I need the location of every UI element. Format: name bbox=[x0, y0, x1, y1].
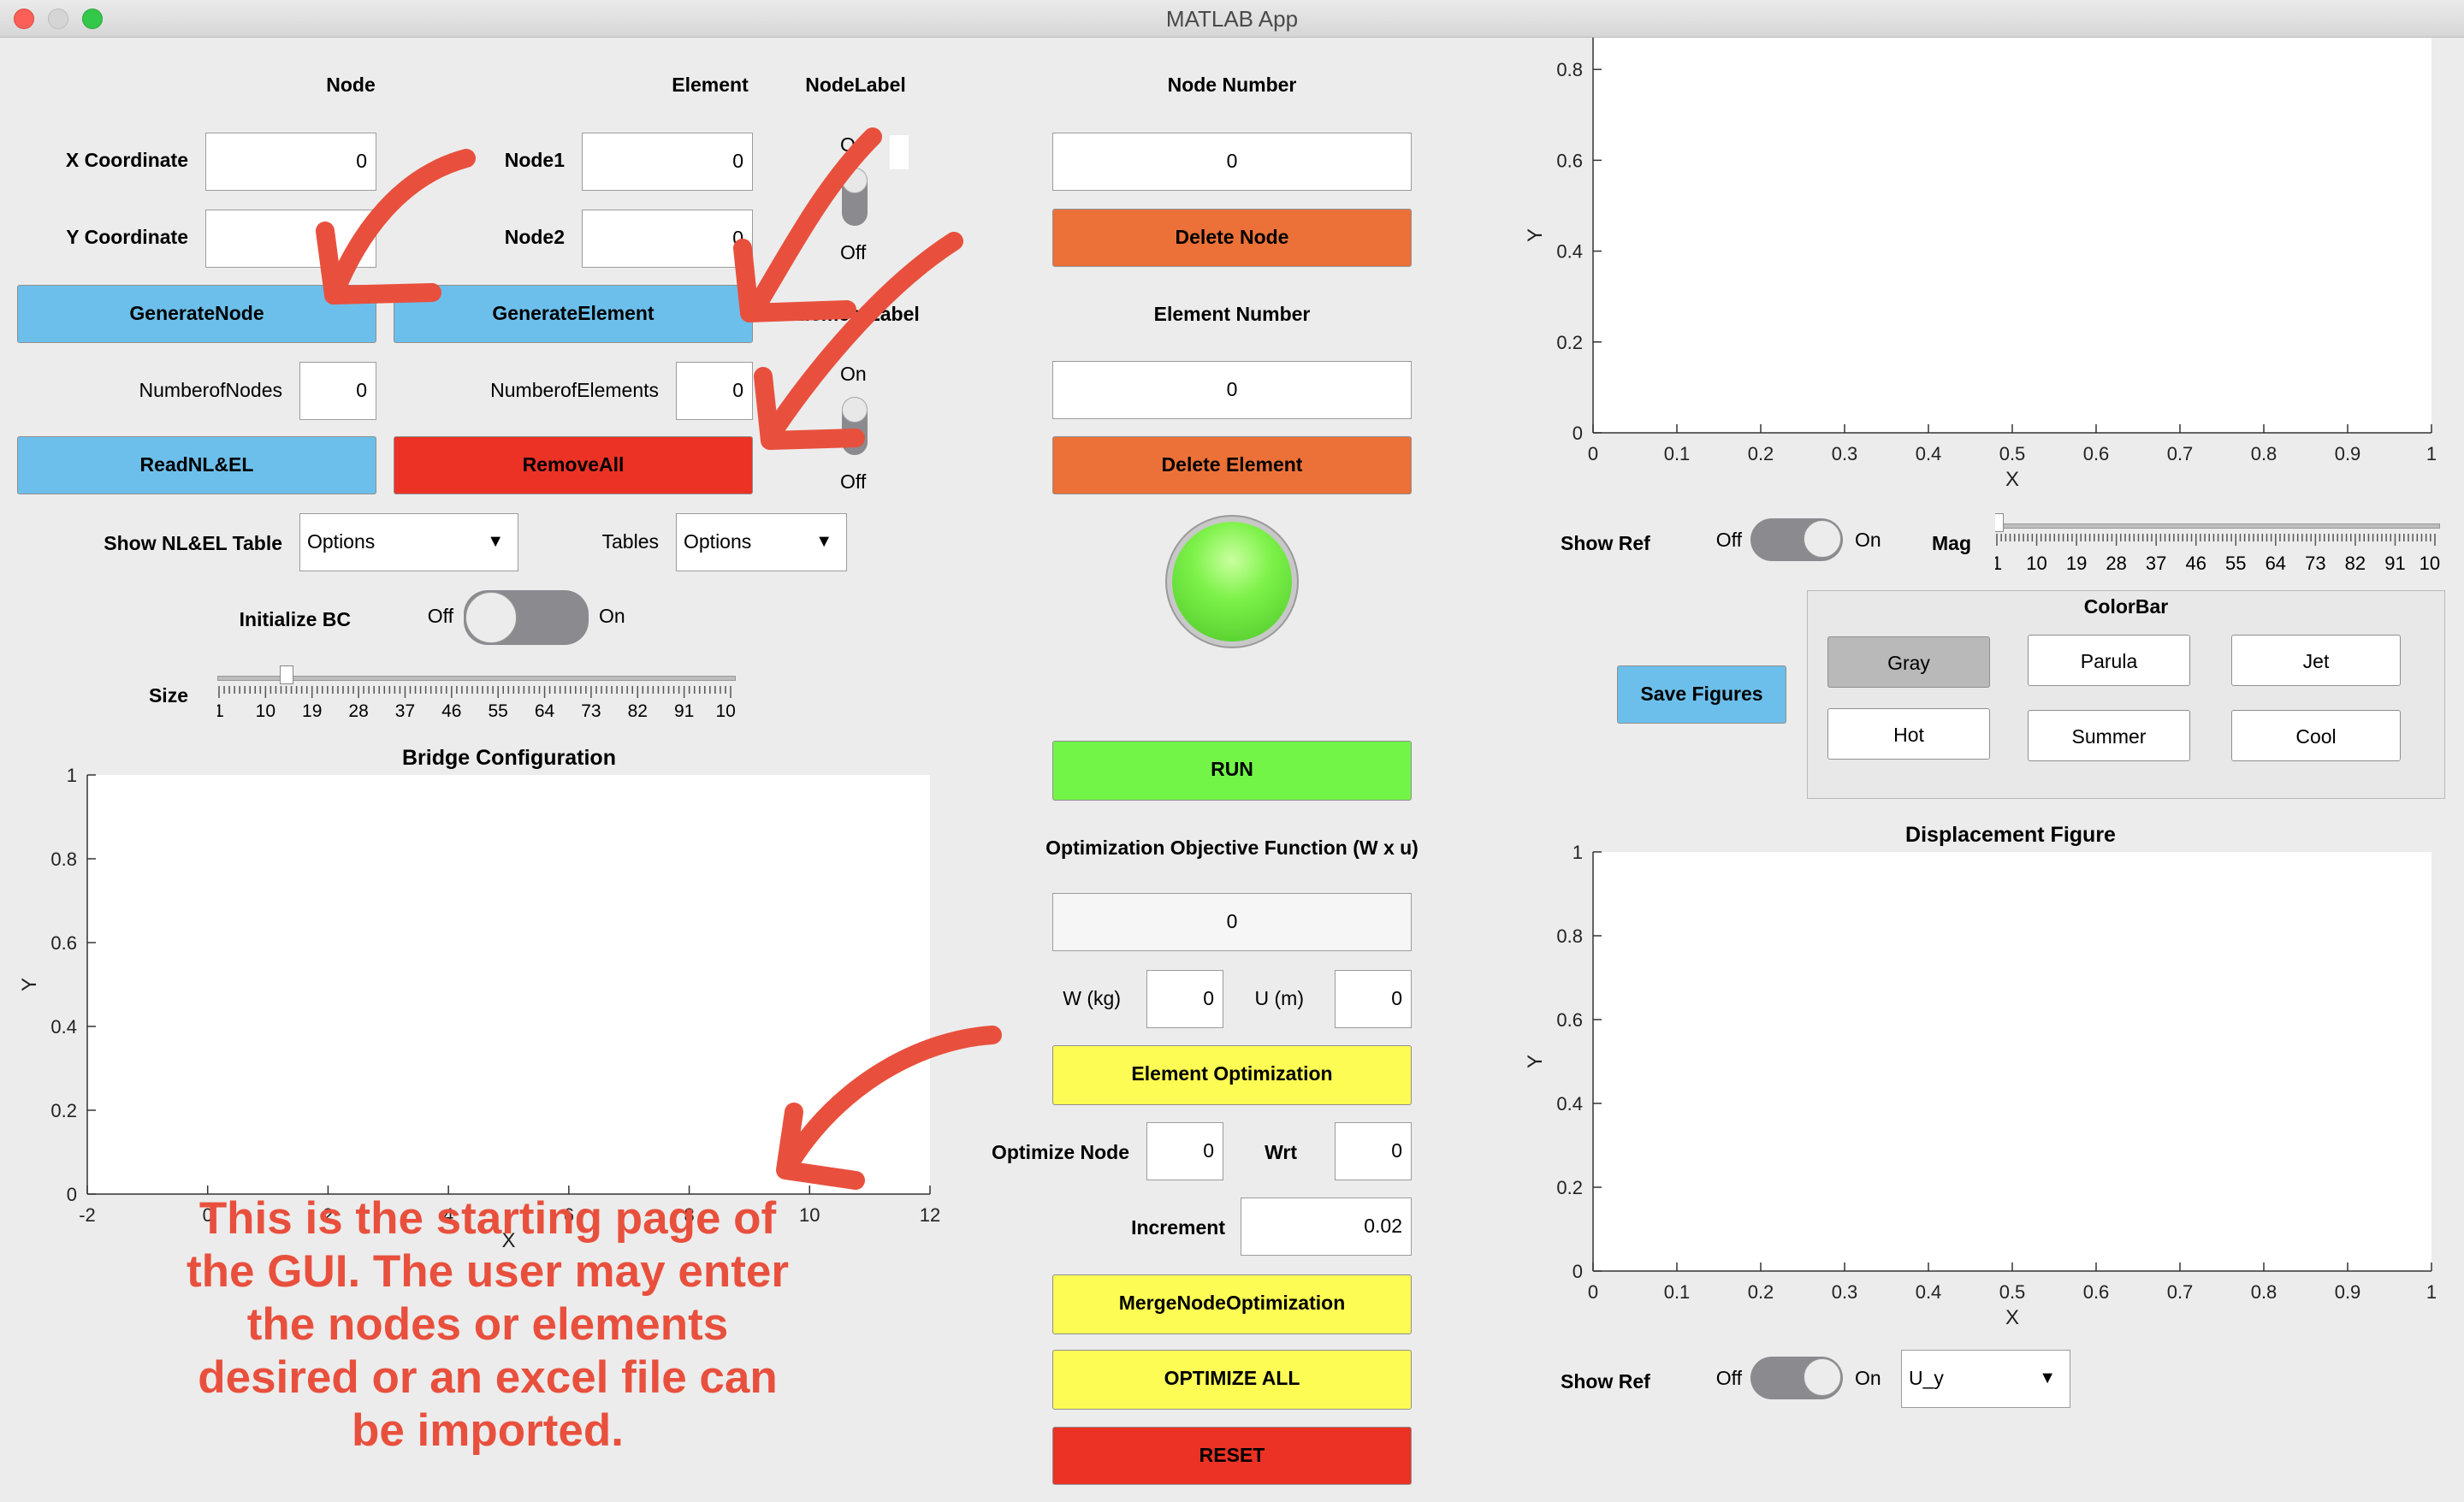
arrow-to-bridge-plot bbox=[778, 1026, 1002, 1177]
arrow-to-generate-element bbox=[743, 127, 882, 322]
arrow-to-generate-node bbox=[324, 149, 476, 305]
arrow-to-element-label bbox=[761, 232, 963, 446]
annotation-arrows bbox=[316, 127, 1002, 1190]
